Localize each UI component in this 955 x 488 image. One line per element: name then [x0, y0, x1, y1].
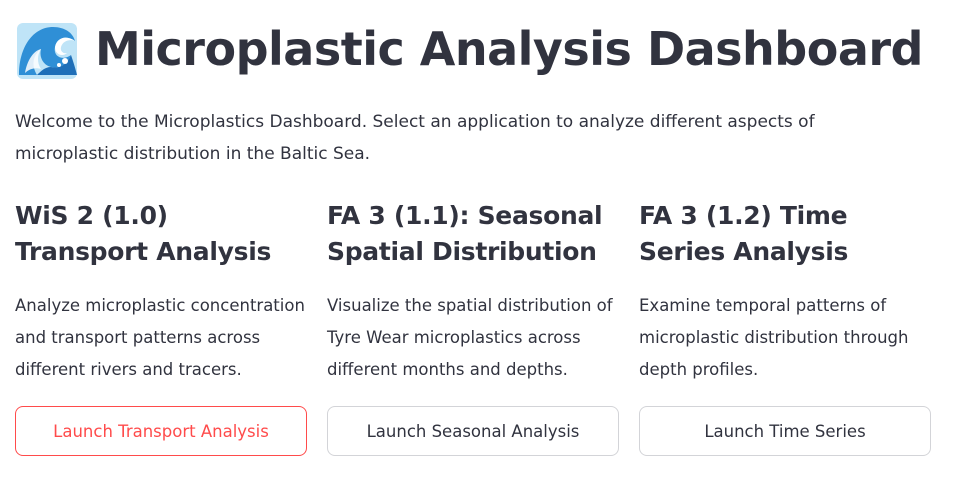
app-columns: WiS 2 (1.0) Transport Analysis Analyze m…	[15, 198, 931, 456]
app-card-seasonal: FA 3 (1.1): Seasonal Spatial Distributio…	[327, 198, 619, 456]
app-description: Visualize the spatial distribution of Ty…	[327, 296, 613, 379]
page-title: Microplastic Analysis Dashboard	[95, 22, 923, 76]
app-description: Analyze microplastic concentration and t…	[15, 296, 305, 379]
app-card-time-series: FA 3 (1.2) Time Series Analysis Examine …	[639, 198, 931, 456]
app-title: FA 3 (1.2) Time Series Analysis	[639, 201, 849, 266]
intro-text: Welcome to the Microplastics Dashboard. …	[15, 112, 815, 164]
dashboard-page: Microplastic Analysis Dashboard Welcome …	[0, 0, 955, 488]
launch-seasonal-analysis-button[interactable]: Launch Seasonal Analysis	[327, 406, 619, 456]
launch-transport-analysis-button[interactable]: Launch Transport Analysis	[15, 406, 307, 456]
app-card-transport: WiS 2 (1.0) Transport Analysis Analyze m…	[15, 198, 307, 456]
app-title: WiS 2 (1.0) Transport Analysis	[15, 201, 272, 266]
launch-time-series-button[interactable]: Launch Time Series	[639, 406, 931, 456]
app-description: Examine temporal patterns of microplasti…	[639, 296, 909, 379]
header: Microplastic Analysis Dashboard	[15, 0, 940, 98]
app-title: FA 3 (1.1): Seasonal Spatial Distributio…	[327, 201, 603, 266]
ocean-wave-icon	[17, 23, 77, 79]
